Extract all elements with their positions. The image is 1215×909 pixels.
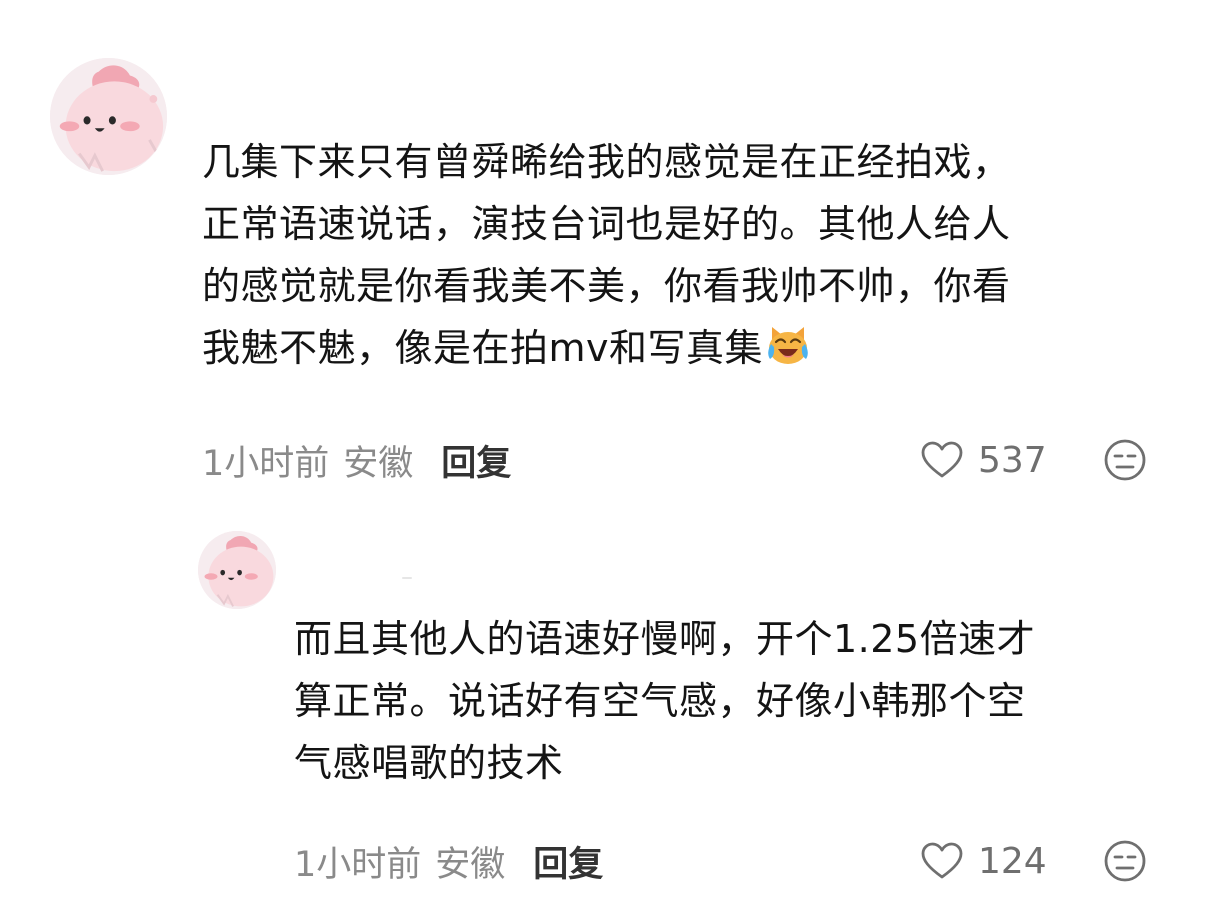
reply-button[interactable]: 回复	[533, 836, 603, 887]
like-button[interactable]: 124	[920, 839, 1047, 883]
comment-meta: 1小时前 安徽 回复	[202, 438, 511, 484]
avatar[interactable]	[50, 58, 167, 175]
comment-meta: 1小时前 安徽 回复	[294, 839, 603, 885]
comment-text: 几集下来只有曾舜晞给我的感觉是在正经拍戏， 正常语速说话，演技台词也是好的。其他…	[202, 140, 1011, 370]
location: 安徽	[435, 844, 506, 885]
like-count: 537	[978, 439, 1047, 481]
like-button[interactable]: 537	[920, 438, 1047, 482]
heart-icon	[921, 441, 963, 478]
timestamp: 1小时前	[294, 844, 422, 885]
username-placeholder	[402, 577, 412, 579]
pink-blob-avatar-icon	[198, 531, 276, 609]
avatar[interactable]	[198, 531, 276, 609]
meh-face-icon	[1104, 439, 1146, 481]
timestamp: 1小时前	[202, 443, 330, 484]
reply-button[interactable]: 回复	[441, 435, 511, 486]
heart-icon	[921, 842, 963, 879]
dislike-button[interactable]	[1103, 438, 1147, 482]
comment: 几集下来只有曾舜晞给我的感觉是在正经拍戏， 正常语速说话，演技台词也是好的。其他…	[0, 0, 1215, 500]
reply-comment: 而且其他人的语速好慢啊，开个1.25倍速才 算正常。说话好有空气感，好像小韩那个…	[0, 500, 1215, 909]
dislike-button[interactable]	[1103, 839, 1147, 883]
meh-face-icon	[1104, 840, 1146, 882]
reply-text: 而且其他人的语速好慢啊，开个1.25倍速才 算正常。说话好有空气感，好像小韩那个…	[294, 617, 1036, 785]
like-count: 124	[978, 840, 1047, 882]
location: 安徽	[343, 443, 414, 484]
laughing-crying-cat-emoji-icon	[765, 323, 811, 367]
pink-blob-avatar-icon	[50, 58, 167, 175]
